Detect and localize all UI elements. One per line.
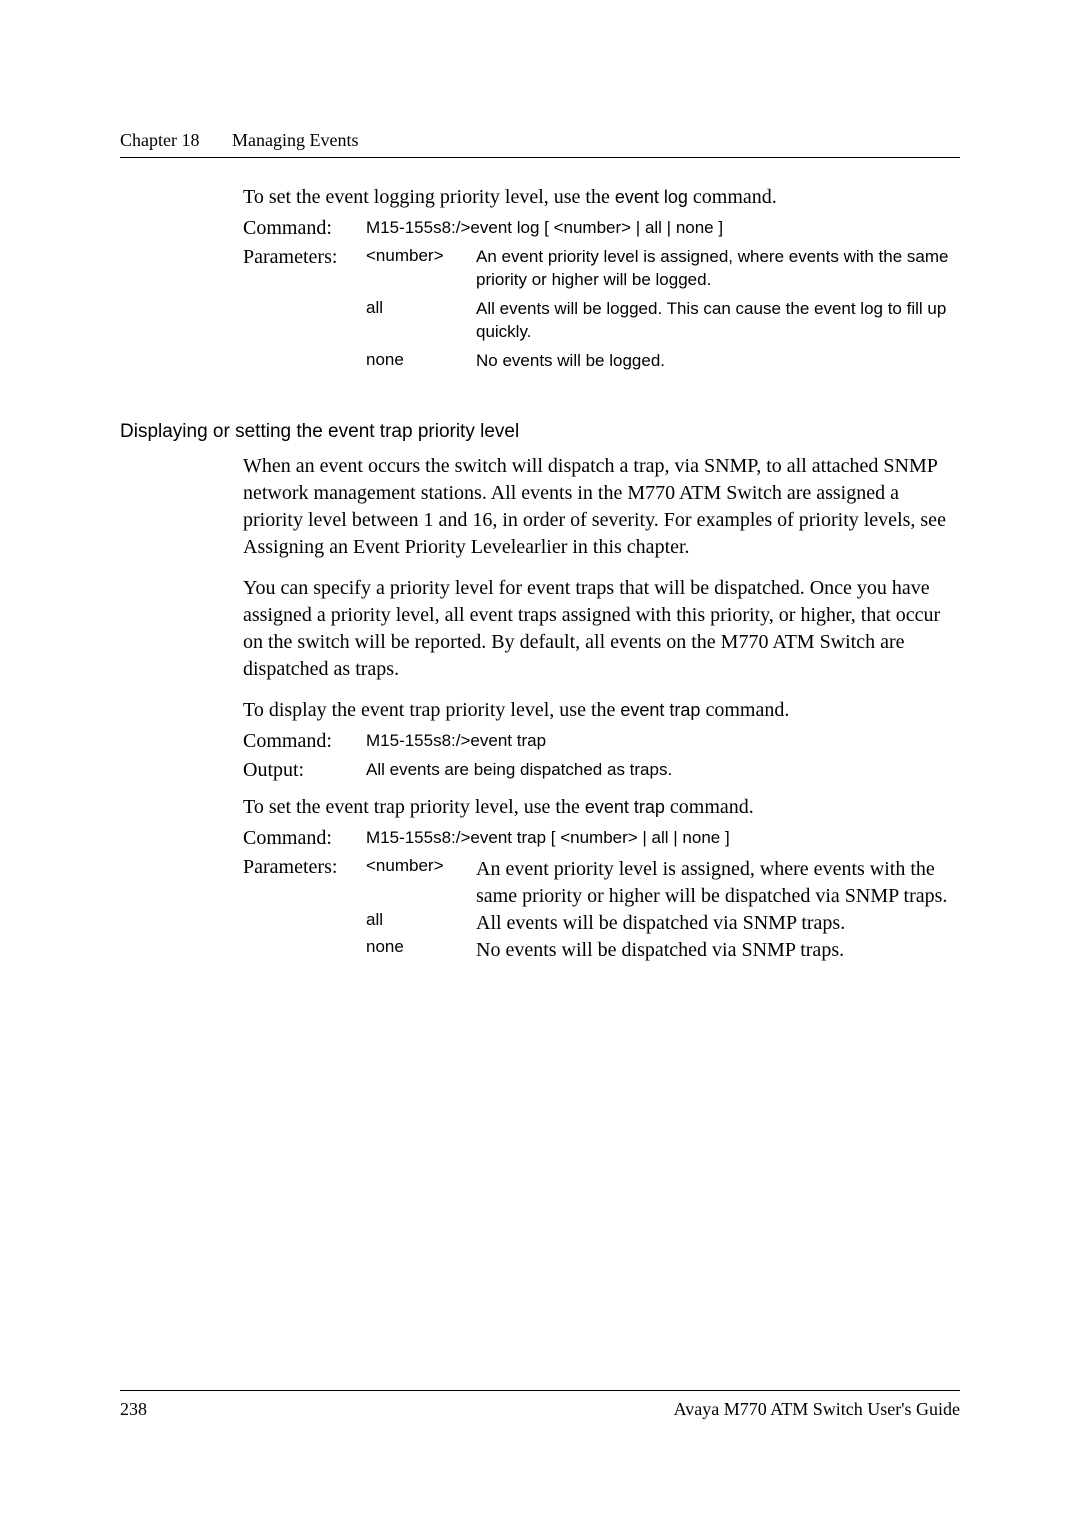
paragraph-1: When an event occurs the switch will dis…: [243, 453, 960, 561]
command-value: M15-155s8:/>event trap: [366, 730, 960, 753]
parameters-list: <number> An event priority level is assi…: [366, 856, 960, 964]
intro-post: command.: [688, 186, 777, 208]
param-row: <number> An event priority level is assi…: [366, 856, 960, 910]
param-row: none No events will be logged.: [366, 350, 960, 373]
paragraph-2: You can specify a priority level for eve…: [243, 575, 960, 683]
intro-set-event-trap: To set the event trap priority level, us…: [243, 794, 960, 821]
command-value: M15-155s8:/>event trap [ <number> | all …: [366, 827, 960, 850]
parameters-list: <number> An event priority level is assi…: [366, 246, 960, 373]
command-row: Command: M15-155s8:/>event log [ <number…: [243, 217, 960, 240]
output-value: All events are being dispatched as traps…: [366, 759, 960, 782]
page: Chapter 18 Managing Events To set the ev…: [0, 0, 1080, 1528]
parameters-row: Parameters: <number> An event priority l…: [243, 246, 960, 373]
param-key: all: [366, 910, 476, 937]
param-key: none: [366, 350, 476, 373]
parameters-label: Parameters:: [243, 246, 366, 373]
command-block-event-trap-set: Command: M15-155s8:/>event trap [ <numbe…: [243, 827, 960, 964]
param-key: <number>: [366, 246, 476, 292]
intro-pre: To set the event logging priority level,…: [243, 186, 615, 208]
command-block-event-trap-display: Command: M15-155s8:/>event trap Output: …: [243, 730, 960, 782]
param-row: <number> An event priority level is assi…: [366, 246, 960, 292]
param-row: none No events will be dispatched via SN…: [366, 937, 960, 964]
page-footer: 238 Avaya M770 ATM Switch User's Guide: [120, 1390, 960, 1420]
param-desc: No events will be dispatched via SNMP tr…: [476, 937, 960, 964]
parameters-label: Parameters:: [243, 856, 366, 964]
param-desc: All events will be dispatched via SNMP t…: [476, 910, 960, 937]
intro-display-event-trap: To display the event trap priority level…: [243, 697, 960, 724]
intro-cmd: event trap: [620, 700, 700, 720]
param-desc: An event priority level is assigned, whe…: [476, 856, 960, 910]
command-row: Command: M15-155s8:/>event trap [ <numbe…: [243, 827, 960, 850]
intro-pre: To display the event trap priority level…: [243, 699, 620, 721]
command-label: Command:: [243, 217, 366, 240]
param-row: all All events will be logged. This can …: [366, 298, 960, 344]
intro-pre: To set the event trap priority level, us…: [243, 796, 585, 818]
output-row: Output: All events are being dispatched …: [243, 759, 960, 782]
chapter-header: Chapter 18 Managing Events: [120, 130, 960, 151]
chapter-title: Managing Events: [232, 130, 358, 150]
intro-post: command.: [665, 796, 754, 818]
param-row: all All events will be dispatched via SN…: [366, 910, 960, 937]
footer-title: Avaya M770 ATM Switch User's Guide: [674, 1399, 960, 1420]
intro-cmd: event trap: [585, 797, 665, 817]
footer-rule: [120, 1390, 960, 1391]
param-key: all: [366, 298, 476, 344]
param-desc: No events will be logged.: [476, 350, 960, 373]
header-rule: [120, 157, 960, 158]
chapter-number: Chapter 18: [120, 130, 199, 150]
intro-set-event-log: To set the event logging priority level,…: [243, 184, 960, 211]
section-heading: Displaying or setting the event trap pri…: [120, 421, 960, 443]
command-label: Command:: [243, 827, 366, 850]
param-desc: All events will be logged. This can caus…: [476, 298, 960, 344]
footer-row: 238 Avaya M770 ATM Switch User's Guide: [120, 1399, 960, 1420]
intro-post: command.: [700, 699, 789, 721]
param-key: <number>: [366, 856, 476, 910]
intro-cmd: event log: [615, 187, 688, 207]
command-row: Command: M15-155s8:/>event trap: [243, 730, 960, 753]
param-key: none: [366, 937, 476, 964]
param-desc: An event priority level is assigned, whe…: [476, 246, 960, 292]
parameters-row: Parameters: <number> An event priority l…: [243, 856, 960, 964]
command-value: M15-155s8:/>event log [ <number> | all |…: [366, 217, 960, 240]
page-number: 238: [120, 1399, 147, 1420]
output-label: Output:: [243, 759, 366, 782]
command-label: Command:: [243, 730, 366, 753]
command-block-event-log: Command: M15-155s8:/>event log [ <number…: [243, 217, 960, 373]
